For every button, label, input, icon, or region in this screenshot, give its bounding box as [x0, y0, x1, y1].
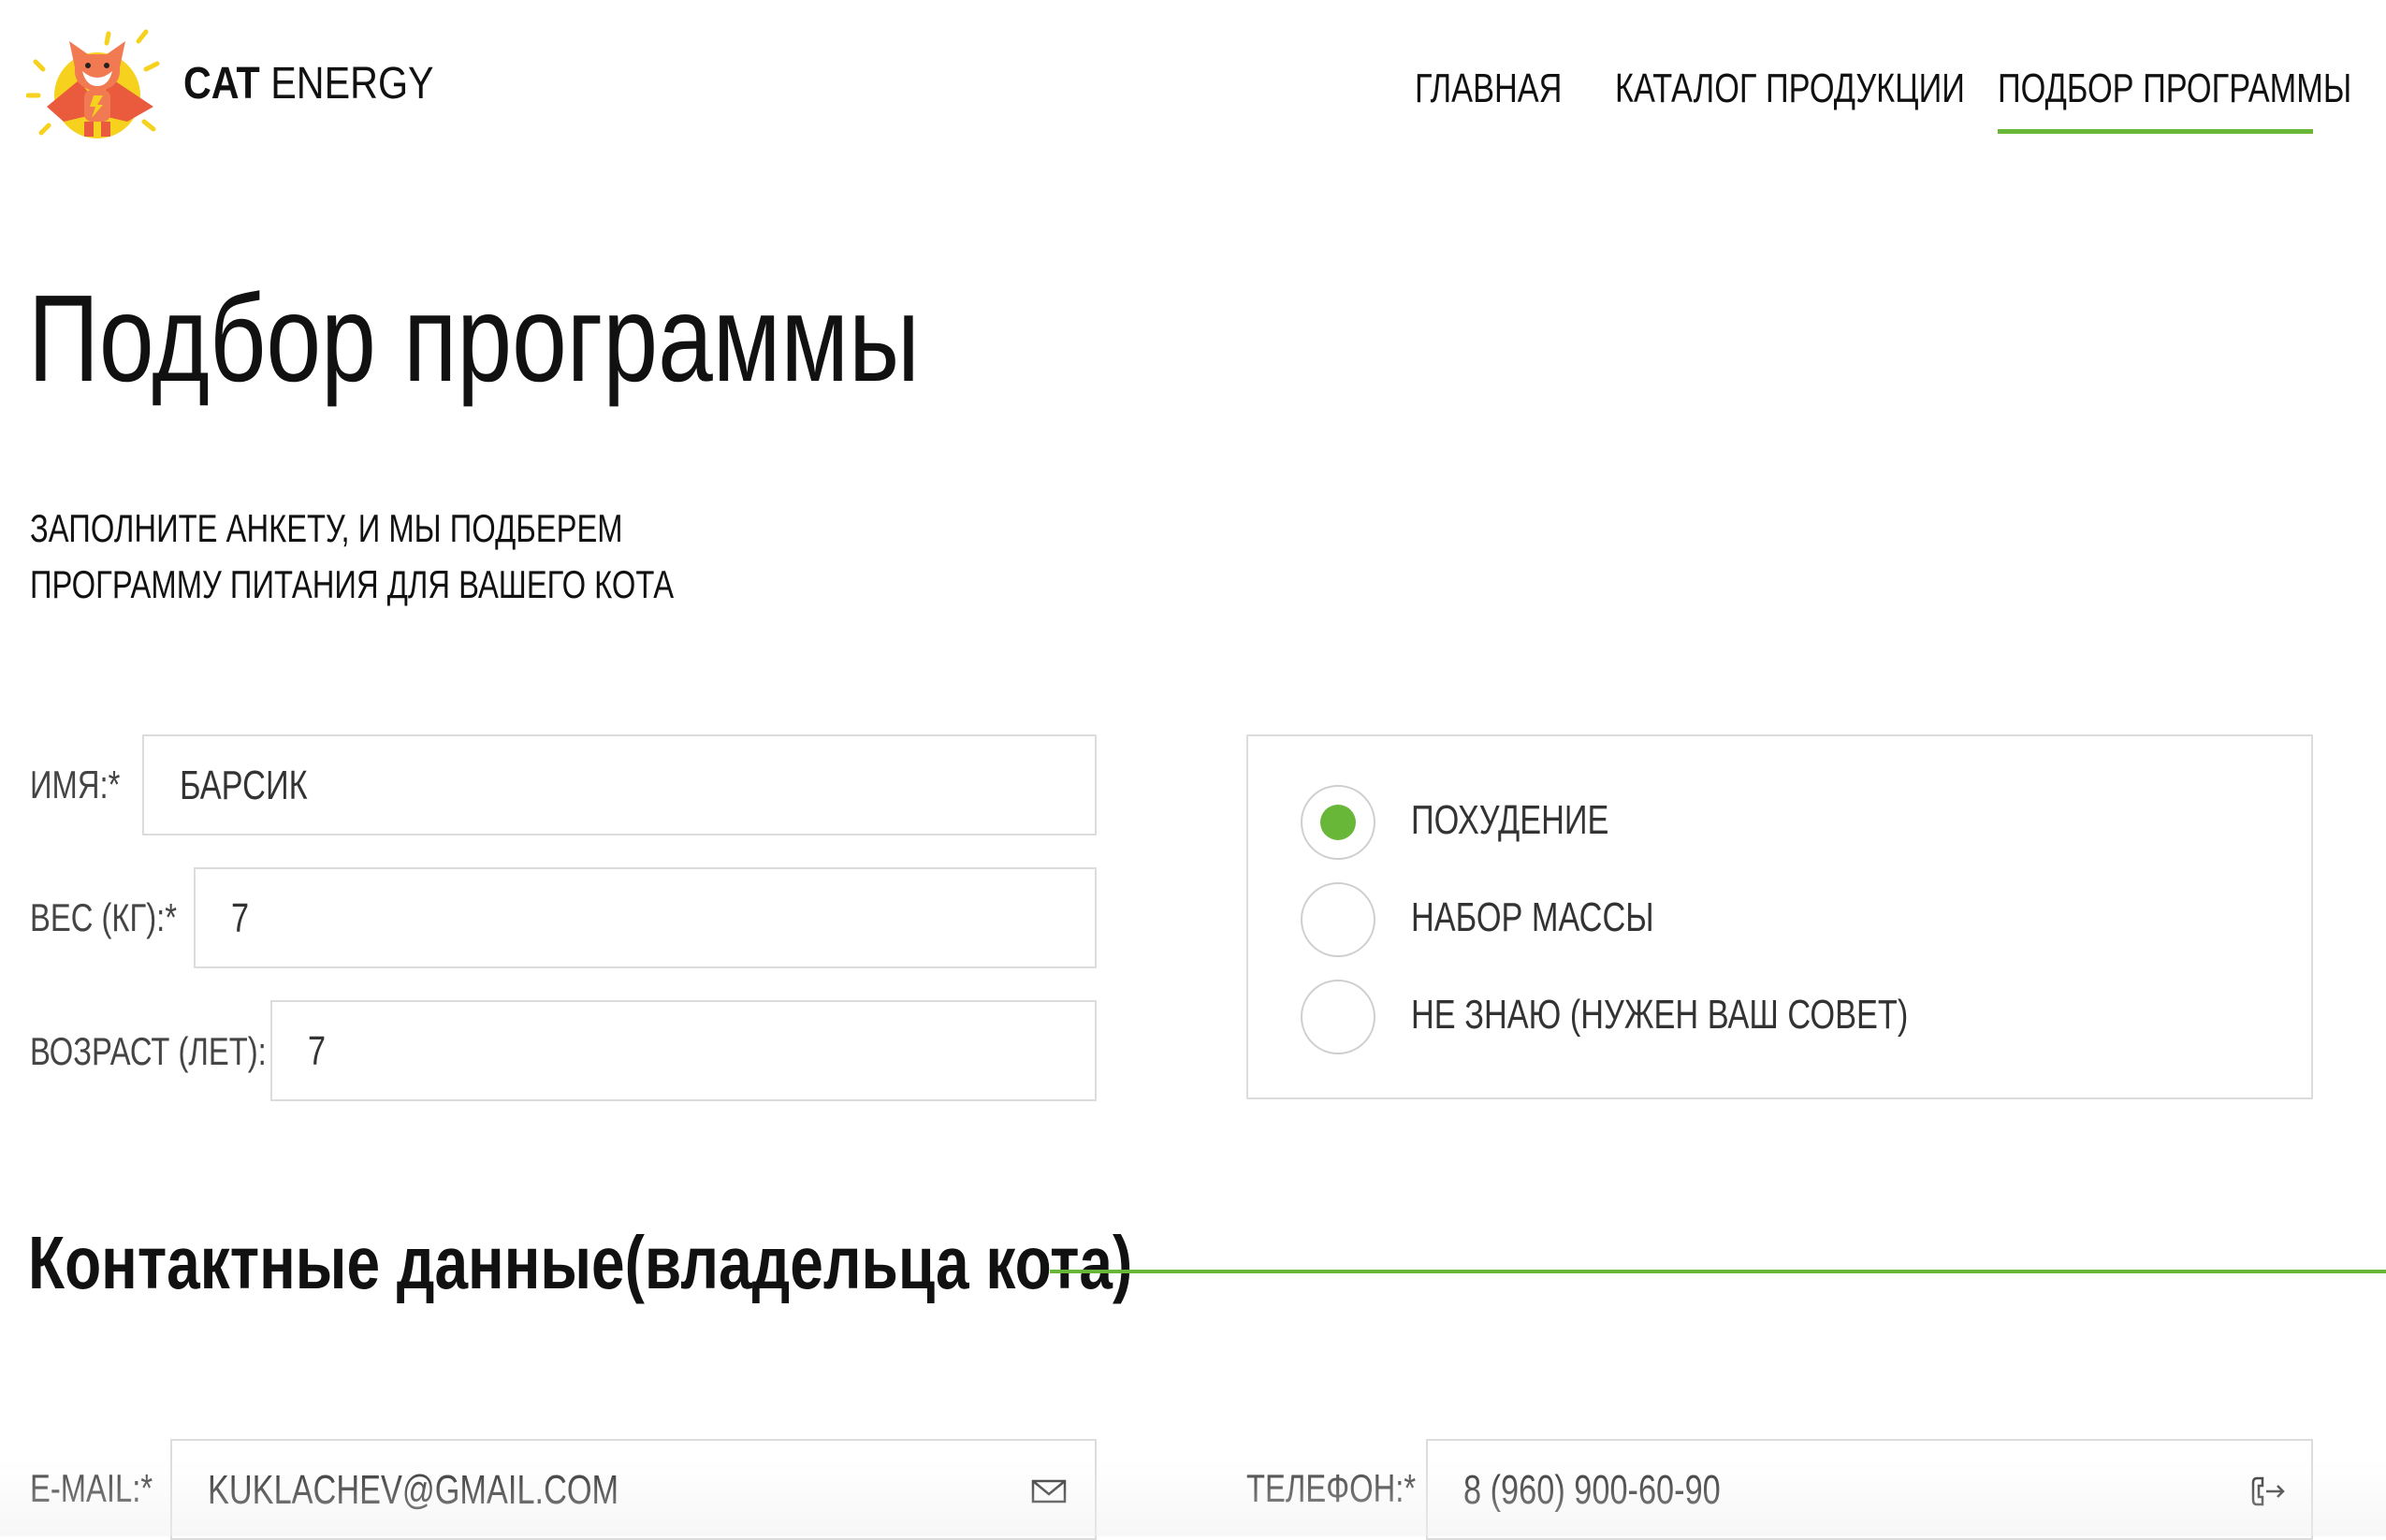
phone-field[interactable]: 8 (960) 900-60-90: [1426, 1439, 2313, 1540]
contacts-section-title: Контактные данные(владельца кота): [28, 1221, 1133, 1304]
goal-radio-unknown[interactable]: [1301, 980, 1375, 1054]
email-label: E-MAIL:*: [30, 1466, 153, 1510]
goal-label-weight-loss[interactable]: ПОХУДЕНИЕ: [1411, 797, 1608, 844]
phone-label: ТЕЛЕФОН:*: [1246, 1466, 1417, 1510]
intro-line-1: ЗАПОЛНИТЕ АНКЕТУ, И МЫ ПОДБЕРЕМ: [30, 506, 623, 550]
weight-field[interactable]: 7: [194, 867, 1097, 968]
name-label: ИМЯ:*: [30, 763, 121, 806]
goal-radio-group: ПОХУДЕНИЕ НАБОР МАССЫ НЕ ЗНАЮ (НУЖЕН ВАШ…: [1246, 734, 2313, 1099]
goal-label-mass-gain[interactable]: НАБОР МАССЫ: [1411, 894, 1654, 941]
mail-icon: [1031, 1479, 1067, 1504]
age-value: 7: [308, 1028, 327, 1074]
intro-text: ЗАПОЛНИТЕ АНКЕТУ, И МЫ ПОДБЕРЕМ ПРОГРАММ…: [30, 501, 674, 613]
name-field[interactable]: БАРСИК: [142, 734, 1097, 835]
weight-value: 7: [231, 895, 250, 941]
weight-label: ВЕС (КГ):*: [30, 895, 177, 939]
nav-active-indicator: [1998, 129, 2313, 134]
nav-item-catalog[interactable]: КАТАЛОГ ПРОДУКЦИИ: [1615, 65, 1965, 112]
goal-radio-mass-gain[interactable]: [1301, 882, 1375, 957]
phone-icon: [2251, 1476, 2285, 1506]
section-divider: [1050, 1270, 2386, 1273]
page-title: Подбор программы: [28, 269, 920, 407]
nav-item-home[interactable]: ГЛАВНАЯ: [1415, 65, 1562, 112]
nav-item-program[interactable]: ПОДБОР ПРОГРАММЫ: [1998, 65, 2351, 112]
age-label: ВОЗРАСТ (ЛЕТ):: [30, 1029, 267, 1073]
goal-radio-weight-loss[interactable]: [1301, 785, 1375, 860]
age-field[interactable]: 7: [270, 1000, 1097, 1101]
phone-value: 8 (960) 900-60-90: [1463, 1467, 1721, 1513]
name-value: БАРСИК: [180, 763, 308, 808]
email-value: KUKLACHEV@GMAIL.COM: [208, 1467, 619, 1513]
email-field[interactable]: KUKLACHEV@GMAIL.COM: [170, 1439, 1097, 1540]
goal-label-unknown[interactable]: НЕ ЗНАЮ (НУЖЕН ВАШ СОВЕТ): [1411, 992, 1908, 1039]
intro-line-2: ПРОГРАММУ ПИТАНИЯ ДЛЯ ВАШЕГО КОТА: [30, 562, 675, 606]
